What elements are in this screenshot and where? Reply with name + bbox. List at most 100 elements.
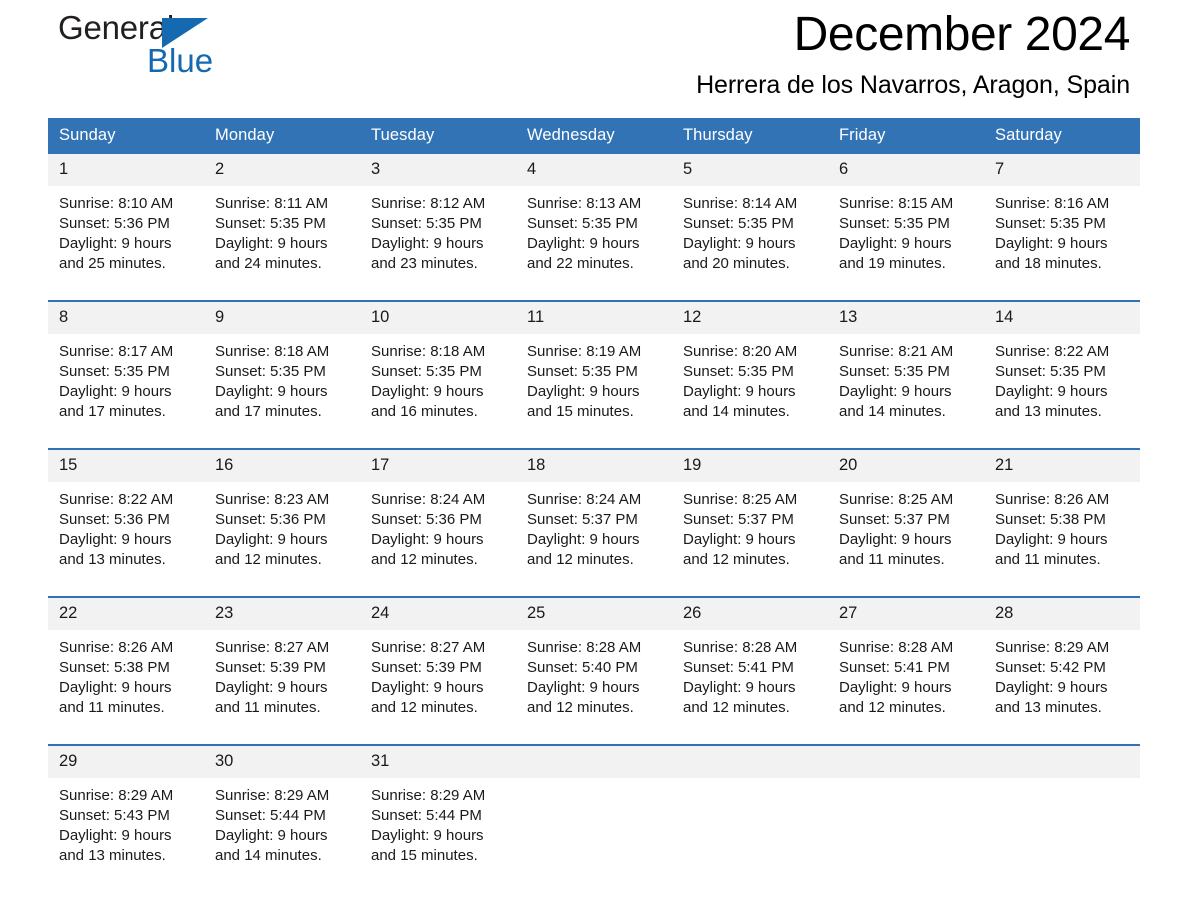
week-spacer [48, 722, 1140, 745]
calendar-day-cell[interactable]: 26 Sunrise: 8:28 AM Sunset: 5:41 PM Dayl… [672, 596, 828, 722]
calendar-day-cell[interactable]: 2 Sunrise: 8:11 AM Sunset: 5:35 PM Dayli… [204, 154, 360, 278]
sunset-text: Sunset: 5:35 PM [371, 215, 482, 232]
sunrise-text: Sunrise: 8:28 AM [839, 639, 954, 656]
sunrise-text: Sunrise: 8:29 AM [59, 787, 174, 804]
sunrise-text: Sunrise: 8:22 AM [995, 343, 1110, 360]
day-number: 17 [360, 450, 516, 482]
calendar-day-cell[interactable]: 20 Sunrise: 8:25 AM Sunset: 5:37 PM Dayl… [828, 448, 984, 574]
day-details: Sunrise: 8:27 AM Sunset: 5:39 PM Dayligh… [360, 630, 516, 722]
brand-name-general: General [58, 9, 175, 46]
sunset-text: Sunset: 5:35 PM [215, 363, 326, 380]
daylight-text-line2: and 14 minutes. [683, 403, 790, 420]
daylight-text-line1: Daylight: 9 hours [839, 531, 952, 548]
sunrise-text: Sunrise: 8:29 AM [215, 787, 330, 804]
day-number [672, 746, 828, 778]
calendar-day-cell[interactable]: 10 Sunrise: 8:18 AM Sunset: 5:35 PM Dayl… [360, 300, 516, 426]
day-details: Sunrise: 8:29 AM Sunset: 5:43 PM Dayligh… [48, 778, 204, 870]
sunset-text: Sunset: 5:35 PM [839, 363, 950, 380]
calendar-day-cell[interactable]: 29 Sunrise: 8:29 AM Sunset: 5:43 PM Dayl… [48, 744, 204, 870]
day-details: Sunrise: 8:21 AM Sunset: 5:35 PM Dayligh… [828, 334, 984, 426]
calendar-day-cell[interactable]: 8 Sunrise: 8:17 AM Sunset: 5:35 PM Dayli… [48, 300, 204, 426]
calendar-day-cell[interactable]: 22 Sunrise: 8:26 AM Sunset: 5:38 PM Dayl… [48, 596, 204, 722]
daylight-text-line1: Daylight: 9 hours [215, 383, 328, 400]
day-details: Sunrise: 8:29 AM Sunset: 5:42 PM Dayligh… [984, 630, 1140, 722]
calendar-day-cell[interactable]: 14 Sunrise: 8:22 AM Sunset: 5:35 PM Dayl… [984, 300, 1140, 426]
sunrise-text: Sunrise: 8:25 AM [683, 491, 798, 508]
calendar-day-cell[interactable]: 30 Sunrise: 8:29 AM Sunset: 5:44 PM Dayl… [204, 744, 360, 870]
calendar-page: General Blue December 2024 Herrera de lo… [0, 0, 1188, 918]
calendar-day-cell[interactable]: 4 Sunrise: 8:13 AM Sunset: 5:35 PM Dayli… [516, 154, 672, 278]
sunset-text: Sunset: 5:35 PM [527, 215, 638, 232]
sunset-text: Sunset: 5:43 PM [59, 807, 170, 824]
daylight-text-line2: and 11 minutes. [839, 551, 945, 568]
calendar-day-cell[interactable]: 1 Sunrise: 8:10 AM Sunset: 5:36 PM Dayli… [48, 154, 204, 278]
sunrise-text: Sunrise: 8:28 AM [683, 639, 798, 656]
day-number: 11 [516, 302, 672, 334]
calendar-day-cell[interactable]: 16 Sunrise: 8:23 AM Sunset: 5:36 PM Dayl… [204, 448, 360, 574]
daylight-text-line1: Daylight: 9 hours [215, 679, 328, 696]
day-details: Sunrise: 8:18 AM Sunset: 5:35 PM Dayligh… [204, 334, 360, 426]
calendar-day-cell[interactable]: 31 Sunrise: 8:29 AM Sunset: 5:44 PM Dayl… [360, 744, 516, 870]
daylight-text-line2: and 15 minutes. [527, 403, 634, 420]
calendar-day-cell[interactable]: 25 Sunrise: 8:28 AM Sunset: 5:40 PM Dayl… [516, 596, 672, 722]
day-number: 9 [204, 302, 360, 334]
page-subtitle: Herrera de los Navarros, Aragon, Spain [696, 71, 1130, 99]
sunset-text: Sunset: 5:39 PM [215, 659, 326, 676]
calendar-day-cell-empty [672, 744, 828, 870]
calendar-day-cell[interactable]: 28 Sunrise: 8:29 AM Sunset: 5:42 PM Dayl… [984, 596, 1140, 722]
calendar-day-cell[interactable]: 3 Sunrise: 8:12 AM Sunset: 5:35 PM Dayli… [360, 154, 516, 278]
sunrise-text: Sunrise: 8:27 AM [215, 639, 330, 656]
calendar-day-cell[interactable]: 21 Sunrise: 8:26 AM Sunset: 5:38 PM Dayl… [984, 448, 1140, 574]
sunrise-text: Sunrise: 8:25 AM [839, 491, 954, 508]
daylight-text-line1: Daylight: 9 hours [59, 235, 172, 252]
sunset-text: Sunset: 5:42 PM [995, 659, 1106, 676]
calendar-day-cell[interactable]: 24 Sunrise: 8:27 AM Sunset: 5:39 PM Dayl… [360, 596, 516, 722]
sunset-text: Sunset: 5:37 PM [683, 511, 794, 528]
daylight-text-line1: Daylight: 9 hours [839, 383, 952, 400]
daylight-text-line2: and 16 minutes. [371, 403, 478, 420]
sunrise-text: Sunrise: 8:29 AM [995, 639, 1110, 656]
day-number: 8 [48, 302, 204, 334]
calendar-body: 1 Sunrise: 8:10 AM Sunset: 5:36 PM Dayli… [48, 154, 1140, 870]
day-number: 28 [984, 598, 1140, 630]
day-details: Sunrise: 8:26 AM Sunset: 5:38 PM Dayligh… [984, 482, 1140, 574]
calendar-day-cell[interactable]: 18 Sunrise: 8:24 AM Sunset: 5:37 PM Dayl… [516, 448, 672, 574]
calendar-day-cell[interactable]: 9 Sunrise: 8:18 AM Sunset: 5:35 PM Dayli… [204, 300, 360, 426]
sunset-text: Sunset: 5:35 PM [215, 215, 326, 232]
calendar-day-cell[interactable]: 6 Sunrise: 8:15 AM Sunset: 5:35 PM Dayli… [828, 154, 984, 278]
calendar-day-cell[interactable]: 19 Sunrise: 8:25 AM Sunset: 5:37 PM Dayl… [672, 448, 828, 574]
sunrise-text: Sunrise: 8:28 AM [527, 639, 642, 656]
calendar-day-cell[interactable]: 5 Sunrise: 8:14 AM Sunset: 5:35 PM Dayli… [672, 154, 828, 278]
day-details: Sunrise: 8:18 AM Sunset: 5:35 PM Dayligh… [360, 334, 516, 426]
calendar-day-cell[interactable]: 17 Sunrise: 8:24 AM Sunset: 5:36 PM Dayl… [360, 448, 516, 574]
calendar-week-row: 22 Sunrise: 8:26 AM Sunset: 5:38 PM Dayl… [48, 596, 1140, 722]
daylight-text-line1: Daylight: 9 hours [527, 531, 640, 548]
daylight-text-line2: and 20 minutes. [683, 255, 790, 272]
daylight-text-line1: Daylight: 9 hours [215, 827, 328, 844]
calendar-day-cell[interactable]: 15 Sunrise: 8:22 AM Sunset: 5:36 PM Dayl… [48, 448, 204, 574]
daylight-text-line2: and 19 minutes. [839, 255, 946, 272]
day-number: 7 [984, 154, 1140, 186]
brand-logo[interactable]: General Blue [58, 10, 378, 96]
calendar-day-cell[interactable]: 27 Sunrise: 8:28 AM Sunset: 5:41 PM Dayl… [828, 596, 984, 722]
calendar-day-cell[interactable]: 12 Sunrise: 8:20 AM Sunset: 5:35 PM Dayl… [672, 300, 828, 426]
weekday-header-wednesday: Wednesday [516, 118, 672, 154]
calendar-day-cell[interactable]: 11 Sunrise: 8:19 AM Sunset: 5:35 PM Dayl… [516, 300, 672, 426]
calendar-day-cell[interactable]: 7 Sunrise: 8:16 AM Sunset: 5:35 PM Dayli… [984, 154, 1140, 278]
daylight-text-line1: Daylight: 9 hours [59, 383, 172, 400]
weekday-header-sunday: Sunday [48, 118, 204, 154]
daylight-text-line2: and 12 minutes. [527, 551, 634, 568]
day-details: Sunrise: 8:11 AM Sunset: 5:35 PM Dayligh… [204, 186, 360, 278]
day-details: Sunrise: 8:24 AM Sunset: 5:36 PM Dayligh… [360, 482, 516, 574]
sunset-text: Sunset: 5:35 PM [371, 363, 482, 380]
sunset-text: Sunset: 5:38 PM [995, 511, 1106, 528]
sunrise-text: Sunrise: 8:22 AM [59, 491, 174, 508]
daylight-text-line1: Daylight: 9 hours [995, 383, 1108, 400]
weekday-header-saturday: Saturday [984, 118, 1140, 154]
calendar-day-cell[interactable]: 23 Sunrise: 8:27 AM Sunset: 5:39 PM Dayl… [204, 596, 360, 722]
calendar-day-cell[interactable]: 13 Sunrise: 8:21 AM Sunset: 5:35 PM Dayl… [828, 300, 984, 426]
daylight-text-line1: Daylight: 9 hours [683, 383, 796, 400]
sunrise-text: Sunrise: 8:24 AM [371, 491, 486, 508]
daylight-text-line2: and 24 minutes. [215, 255, 322, 272]
day-details: Sunrise: 8:28 AM Sunset: 5:40 PM Dayligh… [516, 630, 672, 722]
